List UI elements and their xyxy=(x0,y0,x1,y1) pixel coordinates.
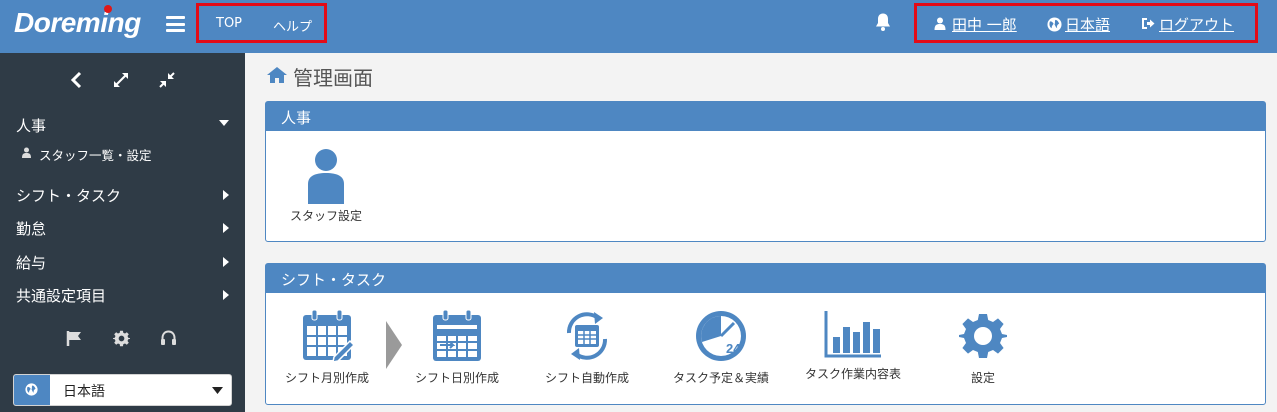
language-select[interactable]: 日本語 xyxy=(13,374,232,406)
caret-right-icon xyxy=(223,257,229,267)
tile-label: 設定 xyxy=(970,371,995,385)
sidebar-item-label: 勤怠 xyxy=(16,220,47,238)
gear-icon xyxy=(959,314,1007,358)
sidebar-item-hr[interactable]: 人事 xyxy=(16,115,231,136)
page-title: 管理画面 xyxy=(266,62,373,91)
tile-label: シフト日別作成 xyxy=(414,371,499,385)
menu-toggle-icon[interactable] xyxy=(166,16,185,32)
sidebar-item-payroll[interactable]: 給与 xyxy=(16,252,231,273)
caret-down-icon xyxy=(219,120,229,126)
sidebar-subitem-label: スタッフ一覧・設定 xyxy=(39,148,152,163)
clock-24-icon: 24 xyxy=(696,311,746,361)
tile-settings[interactable]: 設定 xyxy=(952,312,1014,386)
headset-icon[interactable] xyxy=(160,330,177,347)
home-icon xyxy=(267,67,287,83)
gear-icon[interactable] xyxy=(113,330,130,347)
logo[interactable]: Doreming xyxy=(14,7,141,39)
flag-icon[interactable] xyxy=(66,330,83,347)
panel-header: 人事 xyxy=(266,102,1265,131)
language-badge xyxy=(14,375,50,405)
logo-dot xyxy=(104,5,112,13)
language-link[interactable]: 日本語 xyxy=(1047,14,1111,35)
logout-label: ログアウト xyxy=(1159,16,1235,34)
tile-task-work-table[interactable]: タスク作業内容表 xyxy=(796,309,910,382)
sidebar-item-label: 人事 xyxy=(16,117,47,135)
arrow-right-icon xyxy=(386,321,402,369)
language-select-value: 日本語 xyxy=(63,384,105,400)
panel-shift-task: シフト・タスク シフト月別作成 シフト日別作成 シフト自動作成 24 タスク予定… xyxy=(265,263,1266,405)
compress-icon[interactable] xyxy=(158,71,176,89)
calendar-edit-icon xyxy=(303,309,354,363)
tile-label: シフト自動作成 xyxy=(544,371,629,385)
tile-daily-shift[interactable]: シフト日別作成 xyxy=(411,309,503,386)
panel-header: シフト・タスク xyxy=(266,264,1265,293)
sidebar-subitem-staff-list[interactable]: スタッフ一覧・設定 xyxy=(22,145,152,164)
nav-top-link[interactable]: TOP xyxy=(216,16,242,31)
user-icon xyxy=(22,147,31,158)
tile-label: タスク予定＆実績 xyxy=(672,371,769,385)
sidebar-item-shift-task[interactable]: シフト・タスク xyxy=(16,185,231,206)
nav-highlight-box: TOP ヘルプ xyxy=(196,3,327,43)
sidebar-item-attendance[interactable]: 勤怠 xyxy=(16,218,231,239)
calendar-grid-icon xyxy=(433,309,481,361)
caret-right-icon xyxy=(223,223,229,233)
sidebar-item-common-settings[interactable]: 共通設定項目 xyxy=(16,285,231,306)
tile-label: スタッフ設定 xyxy=(289,209,362,223)
tile-label: シフト月別作成 xyxy=(284,371,369,385)
globe-icon xyxy=(25,383,38,396)
logout-icon xyxy=(1142,18,1155,29)
tile-monthly-shift[interactable]: シフト月別作成 xyxy=(281,309,373,386)
sidebar-item-label: 共通設定項目 xyxy=(16,287,107,305)
top-bar: Doreming TOP ヘルプ 田中 一郎 日本語 ログアウト xyxy=(0,0,1277,53)
page-title-text: 管理画面 xyxy=(293,66,373,90)
tile-label: タスク作業内容表 xyxy=(804,367,901,381)
language-label: 日本語 xyxy=(1065,16,1111,34)
caret-right-icon xyxy=(223,190,229,200)
panel-hr: 人事 スタッフ設定 xyxy=(265,101,1266,242)
user-icon xyxy=(934,17,946,30)
tile-staff-settings[interactable]: スタッフ設定 xyxy=(285,148,367,224)
svg-text:24: 24 xyxy=(726,341,741,356)
chevron-left-icon[interactable] xyxy=(68,71,86,89)
tile-auto-shift[interactable]: シフト自動作成 xyxy=(541,309,633,386)
sidebar-item-label: 給与 xyxy=(16,254,47,272)
globe-icon xyxy=(1047,17,1062,32)
sidebar-item-label: シフト・タスク xyxy=(16,187,122,205)
calendar-refresh-icon xyxy=(567,312,607,360)
user-profile-link[interactable]: 田中 一郎 xyxy=(934,14,1017,35)
chevron-down-icon xyxy=(212,387,223,394)
caret-right-icon xyxy=(223,290,229,300)
nav-help-link[interactable]: ヘルプ xyxy=(273,16,312,35)
bar-chart-icon xyxy=(824,311,881,358)
user-icon xyxy=(308,149,344,204)
bell-icon[interactable] xyxy=(874,12,892,32)
sidebar: 人事 スタッフ一覧・設定 シフト・タスク 勤怠 給与 共通設定項目 日本語 xyxy=(0,53,245,412)
logout-link[interactable]: ログアウト xyxy=(1142,14,1235,35)
user-highlight-box: 田中 一郎 日本語 ログアウト xyxy=(914,3,1258,43)
expand-icon[interactable] xyxy=(112,71,130,89)
tile-task-schedule[interactable]: 24 タスク予定＆実績 xyxy=(666,309,776,386)
user-name: 田中 一郎 xyxy=(952,16,1017,34)
